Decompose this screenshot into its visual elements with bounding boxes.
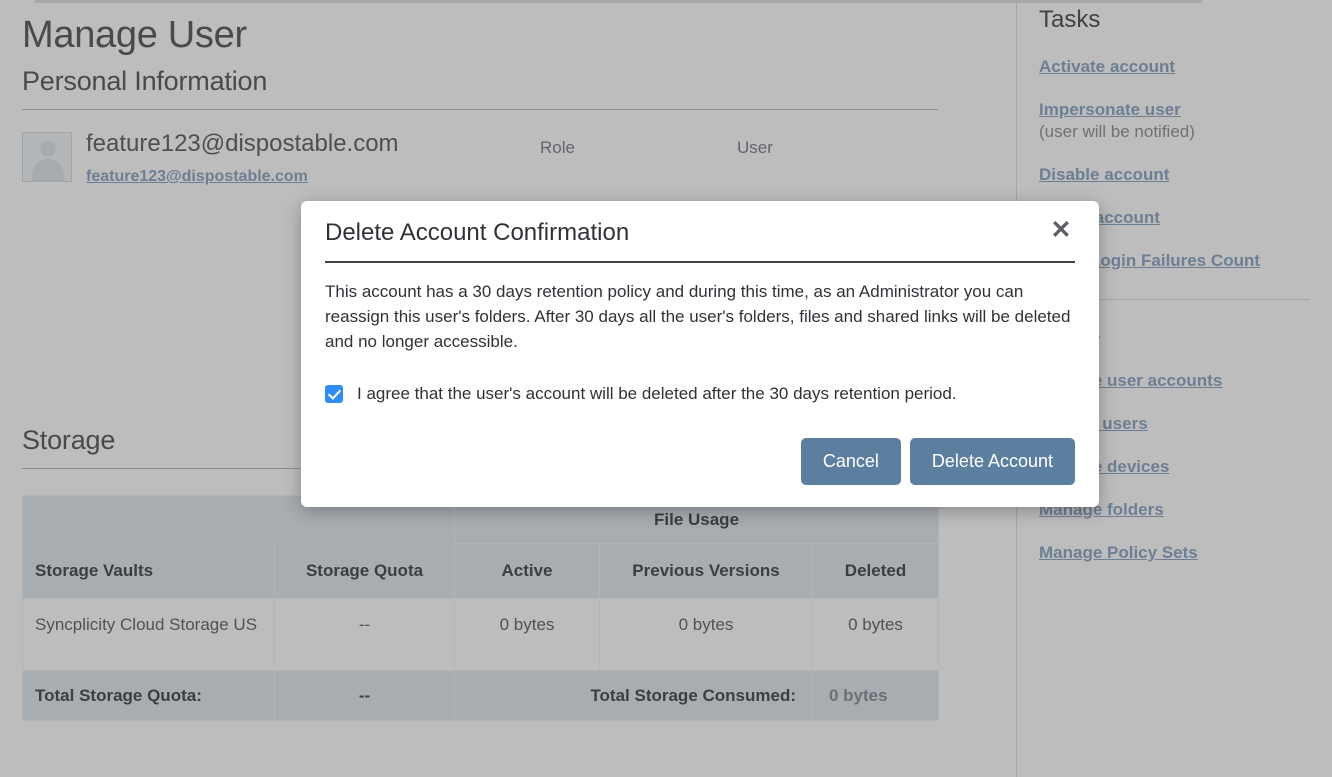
delete-account-button[interactable]: Delete Account — [909, 438, 1075, 486]
cell-deleted: 0 bytes — [811, 598, 940, 671]
agree-checkbox[interactable] — [325, 385, 343, 404]
footer-total-consumed-value: 0 bytes — [811, 670, 940, 721]
user-display-name: feature123@dispostable.com — [86, 130, 399, 157]
agree-label: I agree that the user's account will be … — [357, 384, 957, 404]
modal-title: Delete Account Confirmation — [325, 219, 630, 246]
cancel-button[interactable]: Cancel — [800, 438, 901, 486]
cell-vault-name: Syncplicity Cloud Storage US — [22, 598, 275, 671]
sidebar-tasks-heading: Tasks — [1039, 6, 1101, 33]
page-title: Manage User — [22, 14, 247, 56]
user-email-link[interactable]: feature123@dispostable.com — [86, 168, 308, 186]
footer-total-consumed-label: Total Storage Consumed: — [454, 670, 813, 721]
avatar — [22, 132, 72, 182]
avatar-head-shape — [40, 141, 56, 157]
storage-table-footer-row: Total Storage Quota: -- Total Storage Co… — [22, 670, 940, 721]
table-row: Syncplicity Cloud Storage US -- 0 bytes … — [22, 598, 940, 671]
column-header-active: Active — [454, 543, 600, 599]
delete-account-confirmation-dialog: Delete Account Confirmation ✕ This accou… — [301, 201, 1099, 508]
column-header-previous-versions: Previous Versions — [599, 543, 813, 599]
column-header-deleted: Deleted — [811, 543, 940, 599]
agree-row: I agree that the user's account will be … — [325, 384, 1075, 404]
modal-header: Delete Account Confirmation ✕ — [325, 201, 1075, 263]
storage-table-header-row: Storage Vaults Storage Quota Active Prev… — [22, 543, 940, 599]
cell-active: 0 bytes — [454, 598, 600, 671]
personal-information-heading: Personal Information — [22, 66, 268, 96]
cell-storage-quota: -- — [274, 598, 455, 671]
sidebar-item-disable-account[interactable]: Disable account — [1039, 165, 1310, 185]
footer-total-quota-label: Total Storage Quota: — [22, 670, 275, 721]
avatar-body-shape — [32, 159, 64, 181]
close-icon[interactable]: ✕ — [1047, 217, 1075, 245]
sidebar-item-impersonate-user[interactable]: Impersonate user — [1039, 100, 1310, 120]
modal-body-text: This account has a 30 days retention pol… — [325, 282, 1071, 352]
storage-table: File Usage Storage Vaults Storage Quota … — [22, 495, 940, 721]
sidebar-item-manage-policy-sets[interactable]: Manage Policy Sets — [1039, 543, 1310, 563]
personal-information-divider — [22, 109, 938, 110]
sidebar-item-activate-account[interactable]: Activate account — [1039, 57, 1310, 77]
cell-previous-versions: 0 bytes — [599, 598, 813, 671]
footer-total-quota-value: -- — [274, 670, 455, 721]
column-header-storage-vaults: Storage Vaults — [22, 543, 275, 599]
role-value: User — [737, 138, 773, 157]
modal-actions: Cancel Delete Account — [325, 438, 1075, 486]
column-header-storage-quota: Storage Quota — [274, 543, 455, 599]
role-label: Role — [540, 138, 575, 157]
sidebar-impersonate-note: (user will be notified) — [1039, 122, 1195, 141]
